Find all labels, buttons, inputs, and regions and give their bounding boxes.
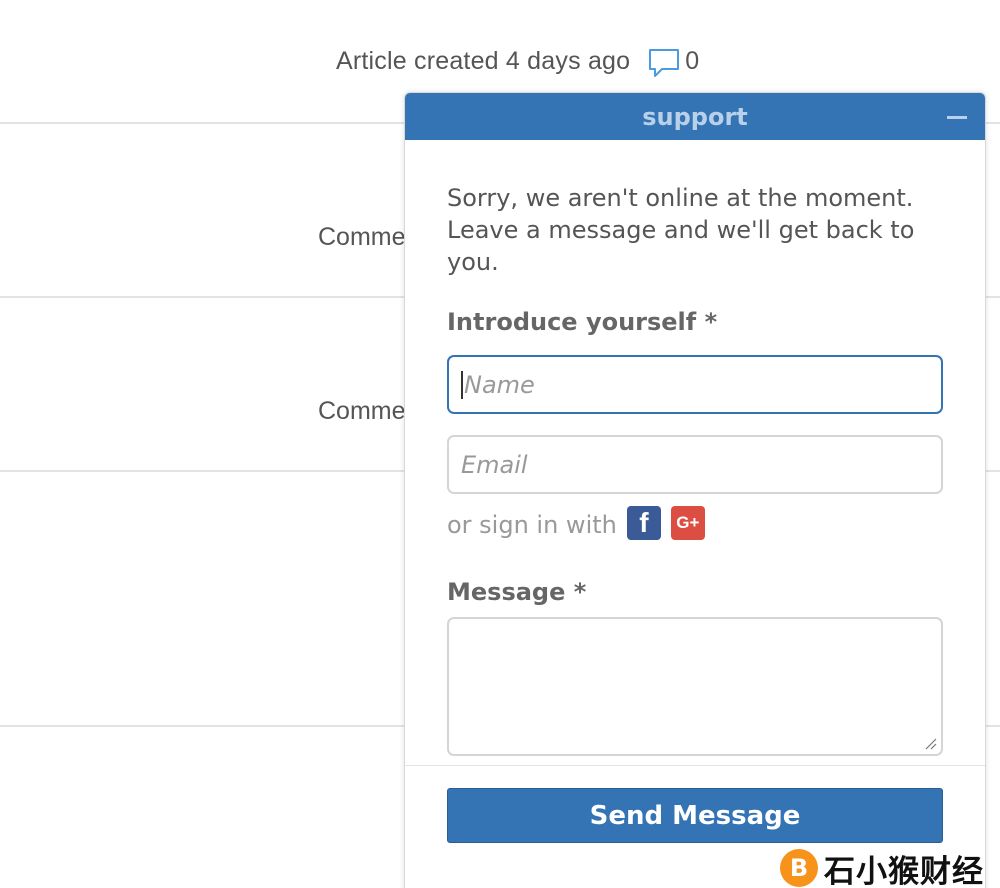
- facebook-glyph: f: [639, 507, 649, 538]
- support-widget: support Sorry, we aren't online at the m…: [404, 92, 986, 888]
- widget-body: Sorry, we aren't online at the moment. L…: [405, 182, 985, 756]
- name-input[interactable]: Name: [447, 355, 943, 414]
- text-caret: [461, 370, 463, 399]
- comment-icon[interactable]: [647, 46, 681, 80]
- google-glyph: G+: [676, 513, 700, 532]
- article-meta: Article created 4 days ago 0: [336, 44, 699, 78]
- name-placeholder: Name: [464, 370, 535, 399]
- message-textarea[interactable]: [447, 617, 943, 756]
- facebook-icon[interactable]: f: [626, 506, 661, 540]
- comment-row-label: Comme: [318, 397, 406, 425]
- article-created-text: Article created 4 days ago: [336, 46, 631, 75]
- bitcoin-logo-icon: B: [780, 849, 818, 887]
- introduce-label: Introduce yourself *: [447, 308, 718, 336]
- email-input[interactable]: Email: [447, 435, 943, 494]
- watermark-logo-glyph: B: [789, 854, 809, 882]
- signin-text: or sign in with: [447, 511, 617, 539]
- footer-divider: [405, 765, 985, 766]
- offline-message: Sorry, we aren't online at the moment. L…: [447, 184, 915, 276]
- watermark-text: 石小猴财经: [824, 853, 984, 888]
- watermark: B 石小猴财经: [780, 848, 984, 888]
- page: Article created 4 days ago 0 Comme Comme…: [0, 0, 1000, 888]
- social-signin-row: or sign in with f G+: [447, 506, 943, 542]
- widget-header[interactable]: support: [405, 93, 985, 140]
- comment-row-label: Comme: [318, 223, 406, 251]
- resize-grip-icon[interactable]: [925, 738, 937, 750]
- message-label: Message *: [447, 578, 587, 606]
- minimize-button[interactable]: [947, 116, 967, 119]
- email-placeholder: Email: [461, 450, 528, 479]
- widget-title: support: [642, 102, 748, 131]
- comment-count[interactable]: 0: [685, 47, 699, 76]
- google-plus-icon[interactable]: G+: [670, 506, 705, 540]
- send-message-button[interactable]: Send Message: [447, 788, 943, 843]
